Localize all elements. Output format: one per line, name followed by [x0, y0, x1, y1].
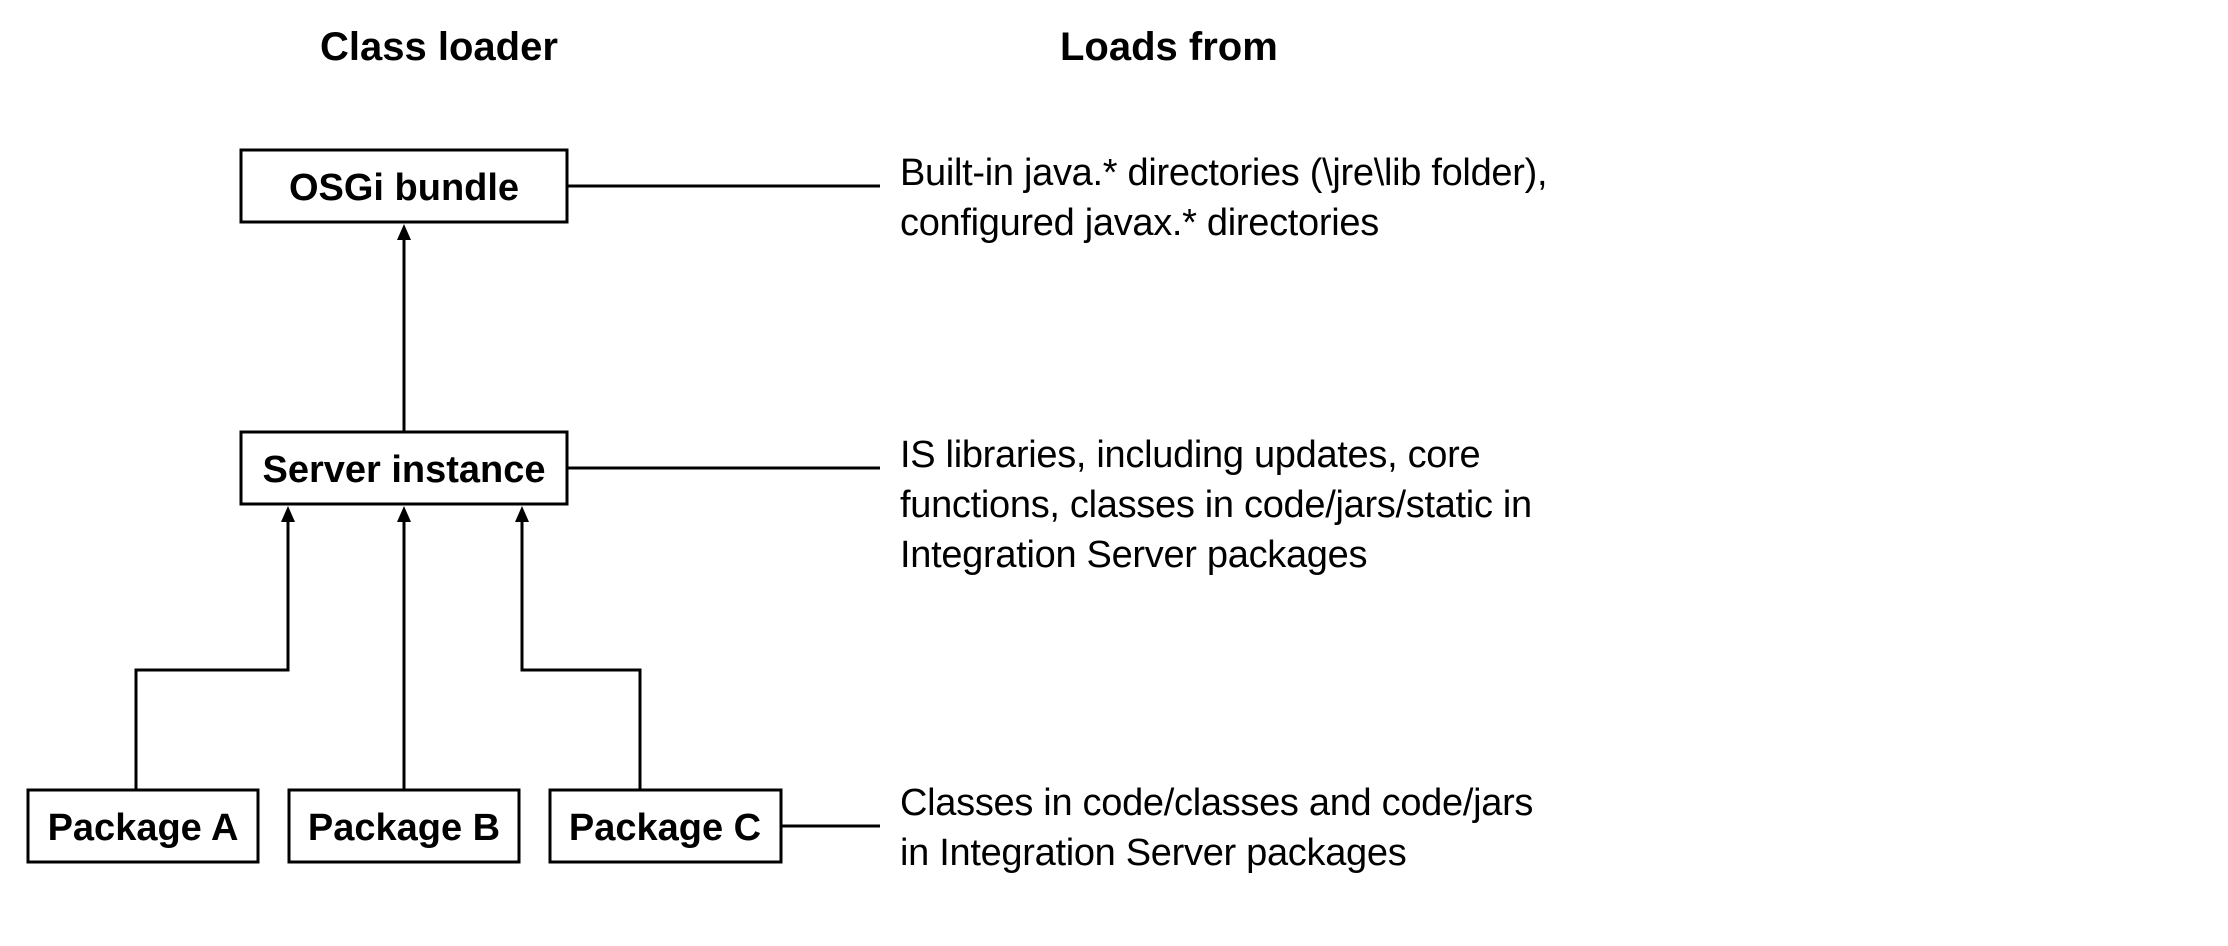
- label-package-c: Package C: [569, 807, 761, 849]
- desc-server-line1: IS libraries, including updates, core: [900, 434, 1480, 476]
- node-osgi-bundle: OSGi bundle: [241, 150, 567, 222]
- arrow-pkgC-to-server: [522, 520, 640, 790]
- node-package-c: Package C: [550, 790, 781, 862]
- node-package-b: Package B: [289, 790, 519, 862]
- node-package-a: Package A: [28, 790, 258, 862]
- label-package-a: Package A: [48, 807, 239, 849]
- label-osgi-bundle: OSGi bundle: [289, 167, 519, 209]
- node-server-instance: Server instance: [241, 432, 567, 504]
- desc-osgi-line1: Built-in java.* directories (\jre\lib fo…: [900, 152, 1547, 194]
- desc-osgi-line2: configured javax.* directories: [900, 202, 1379, 244]
- label-server-instance: Server instance: [262, 449, 545, 491]
- desc-packages-line2: in Integration Server packages: [900, 832, 1406, 874]
- desc-server-line3: Integration Server packages: [900, 534, 1367, 576]
- arrow-pkgA-to-server: [136, 520, 288, 790]
- heading-loads-from: Loads from: [1060, 25, 1278, 69]
- heading-class-loader: Class loader: [320, 25, 558, 69]
- desc-server-line2: functions, classes in code/jars/static i…: [900, 484, 1532, 526]
- label-package-b: Package B: [308, 807, 500, 849]
- desc-packages-line1: Classes in code/classes and code/jars: [900, 782, 1533, 824]
- classloader-diagram: Class loader Loads from OSGi bundle Buil…: [0, 0, 2228, 946]
